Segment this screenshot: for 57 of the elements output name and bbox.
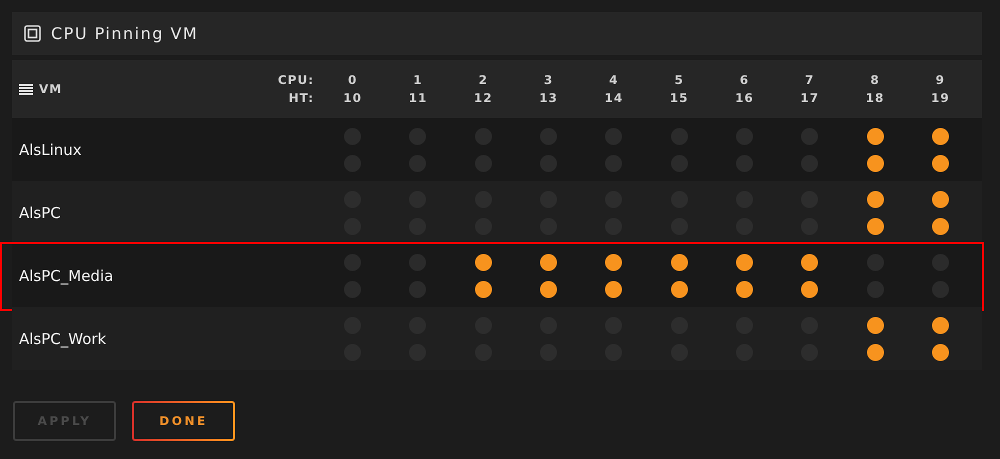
cpu-number: 9 xyxy=(936,73,945,87)
column-header: VM xyxy=(39,82,62,96)
cpu-number: 2 xyxy=(478,73,488,87)
ht-number: 15 xyxy=(670,91,688,105)
table-row[interactable]: AlsPC_Work xyxy=(12,307,982,370)
vm-name: AlsPC xyxy=(18,204,62,222)
ht-number: 16 xyxy=(735,91,754,105)
ht-toggle[interactable] xyxy=(932,344,949,360)
ht-number: 17 xyxy=(800,91,820,105)
cpu-number: 8 xyxy=(870,73,880,87)
cpu-toggle[interactable] xyxy=(932,190,949,208)
vm-name: AlsPC_Work xyxy=(18,330,108,348)
cpu-toggle[interactable] xyxy=(866,190,884,208)
ht-toggle[interactable] xyxy=(474,280,492,298)
ht-number: 19 xyxy=(930,91,950,105)
list-icon xyxy=(19,84,33,94)
ht-number: 12 xyxy=(474,91,493,105)
cpu-label: CPU: xyxy=(278,73,314,87)
cpu-toggle[interactable] xyxy=(932,316,949,334)
cpu-toggle[interactable] xyxy=(866,128,884,144)
ht-toggle[interactable] xyxy=(736,280,753,298)
table-row[interactable]: AlsPC xyxy=(12,181,982,244)
ht-toggle[interactable] xyxy=(866,154,884,172)
ht-toggle[interactable] xyxy=(866,344,884,360)
ht-number: 13 xyxy=(539,91,558,105)
vm-name: AlsLinux xyxy=(18,140,83,158)
ht-number: 18 xyxy=(866,91,884,105)
ht-number: 10 xyxy=(343,91,362,105)
vm-name: AlsPC_Media xyxy=(18,266,114,284)
cpu-toggle[interactable] xyxy=(605,254,622,270)
cpu-toggle[interactable] xyxy=(801,254,818,270)
cpu-toggle[interactable] xyxy=(932,128,949,144)
ht-label: HT: xyxy=(288,91,314,105)
cpu-number: 0 xyxy=(348,73,358,87)
ht-toggle[interactable] xyxy=(540,280,558,298)
panel-title: CPU Pinning VM xyxy=(51,24,198,43)
cpu-number: 1 xyxy=(413,73,423,87)
cpu-toggle[interactable] xyxy=(474,254,492,270)
cpu-number: 7 xyxy=(805,73,814,87)
cpu-toggle[interactable] xyxy=(736,254,753,270)
ht-toggle[interactable] xyxy=(605,280,622,298)
ht-toggle[interactable] xyxy=(932,218,949,234)
cpu-number: 3 xyxy=(544,73,554,87)
ht-toggle[interactable] xyxy=(801,280,818,298)
cpu-toggle[interactable] xyxy=(670,254,688,270)
cpu-toggle[interactable] xyxy=(866,316,884,334)
ht-number: 14 xyxy=(604,91,624,105)
done-button[interactable]: DONE xyxy=(132,401,235,441)
cpu-toggle[interactable] xyxy=(540,254,558,270)
ht-toggle[interactable] xyxy=(670,280,688,298)
chip-icon xyxy=(24,25,41,42)
ht-number: 11 xyxy=(408,91,428,105)
cpu-number: 6 xyxy=(740,73,750,87)
ht-toggle[interactable] xyxy=(932,154,949,172)
cpu-number: 4 xyxy=(609,73,619,87)
cpu-number: 5 xyxy=(674,73,684,87)
ht-toggle[interactable] xyxy=(866,218,884,234)
